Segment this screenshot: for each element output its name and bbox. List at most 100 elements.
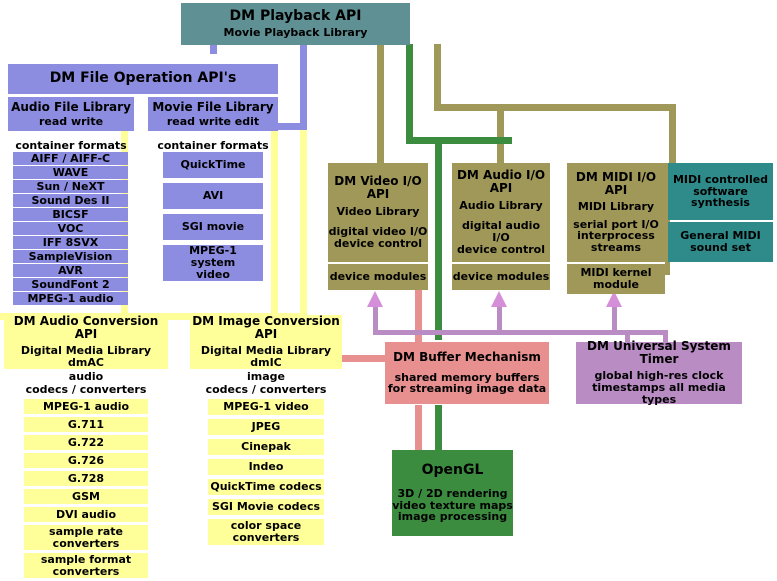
connector-movie-to-playback-vert1 <box>300 44 307 130</box>
dm-playback-api-subtitle: Movie Playback Library <box>223 26 368 40</box>
audio-device-modules-label: device modules <box>452 270 550 284</box>
midi-kernel-module-box[interactable]: MIDI kernel module <box>567 264 665 294</box>
movie-formats-list: QuickTime AVI SGI movie MPEG-1 system video <box>163 152 263 286</box>
list-item[interactable]: AIFF / AIFF-C <box>13 152 128 165</box>
arrow-to-audio-modules <box>491 291 507 307</box>
dm-file-operation-api-box[interactable]: DM File Operation API's <box>8 64 278 94</box>
connector-midi-io-down <box>669 104 676 163</box>
list-item[interactable]: AVI <box>163 183 263 209</box>
audio-device-modules-box[interactable]: device modules <box>452 264 550 290</box>
connector-playback-stub <box>210 44 217 54</box>
dm-image-conversion-api-title: DM Image Conversion API <box>192 314 340 342</box>
connector-playback-to-audio-horz <box>434 104 676 111</box>
list-item[interactable]: DVI audio <box>24 507 148 522</box>
dm-audio-io-library: Audio Library <box>459 199 543 213</box>
audio-file-library-ops: read write <box>38 114 104 128</box>
connector-playback-green-vert <box>406 44 413 144</box>
dm-image-conversion-api-box[interactable]: DM Image Conversion API Digital Media Li… <box>190 315 342 369</box>
dm-universal-system-timer-box[interactable]: DM Universal System Timer global high-re… <box>576 339 742 406</box>
connector-buffer-to-video-modules <box>415 290 422 345</box>
list-item[interactable]: G.726 <box>24 453 148 468</box>
movie-file-library-box[interactable]: Movie File Library read write edit <box>148 97 278 131</box>
list-item[interactable]: QuickTime codecs <box>208 479 324 495</box>
connector-bus-stub-midi <box>612 305 617 332</box>
midi-kernel-module-label: MIDI kernel module <box>580 266 652 291</box>
movie-file-library-ops: read write edit <box>166 114 260 128</box>
movie-container-formats-label: container formats <box>157 139 269 152</box>
dm-image-conversion-library: Digital Media Library dmIC <box>200 344 332 369</box>
dm-video-io-library: Video Library <box>336 205 420 219</box>
list-item[interactable]: SampleVision <box>13 250 128 263</box>
dm-audio-conversion-api-box[interactable]: DM Audio Conversion API Digital Media Li… <box>4 315 168 369</box>
dm-universal-system-timer-desc: global high-res clock timestamps all med… <box>592 369 726 406</box>
opengl-box[interactable]: OpenGL 3D / 2D rendering video texture m… <box>392 450 513 536</box>
dm-buffer-mechanism-title: DM Buffer Mechanism <box>393 349 541 364</box>
image-codecs-list: MPEG-1 video JPEG Cinepak Indeo QuickTime co… <box>208 399 324 549</box>
dm-video-io-desc: digital video I/O device control <box>328 225 428 250</box>
dm-video-io-api-box[interactable]: DM Video I/O API Video Library digital v… <box>328 163 428 262</box>
list-item[interactable]: BICSF <box>13 208 128 221</box>
list-item[interactable]: AVR <box>13 264 128 277</box>
list-item[interactable]: G.728 <box>24 471 148 486</box>
movie-file-library-title: Movie File Library <box>152 99 274 114</box>
audio-file-library-box[interactable]: Audio File Library read write <box>8 97 134 131</box>
dm-buffer-mechanism-box[interactable]: DM Buffer Mechanism shared memory buffer… <box>385 342 549 404</box>
connector-imageconv-to-buffer <box>342 355 386 362</box>
list-item[interactable]: sample rate converters <box>24 525 148 550</box>
list-item[interactable]: Indeo <box>208 459 324 475</box>
audio-formats-list: AIFF / AIFF-C WAVE Sun / NeXT Sound Des II B… <box>13 152 128 306</box>
dm-audio-io-desc: digital audio I/O device control <box>456 219 545 256</box>
connector-moviefile-to-imageconv-vert <box>271 130 278 320</box>
dm-audio-conversion-library: Digital Media Library dmAC <box>20 344 152 369</box>
dm-midi-io-api-title: DM MIDI I/O API <box>575 169 657 197</box>
list-item[interactable]: GSM <box>24 489 148 504</box>
list-item[interactable]: G.711 <box>24 417 148 432</box>
list-item[interactable]: JPEG <box>208 419 324 435</box>
midi-software-synthesis-label: MIDI controlled software synthesis <box>672 172 769 210</box>
list-item[interactable]: SGI Movie codecs <box>208 499 324 515</box>
list-item[interactable]: SGI movie <box>163 214 263 240</box>
dm-midi-io-api-box[interactable]: DM MIDI I/O API MIDI Library serial port… <box>567 163 665 262</box>
connector-bus-stub-video <box>373 305 378 332</box>
list-item[interactable]: VOC <box>13 222 128 235</box>
general-midi-sound-set-box[interactable]: General MIDI sound set <box>668 222 773 262</box>
list-item[interactable]: QuickTime <box>163 152 263 178</box>
dm-audio-io-api-title: DM Audio I/O API <box>456 168 546 196</box>
list-item[interactable]: Sun / NeXT <box>13 180 128 193</box>
list-item[interactable]: color space converters <box>208 519 324 545</box>
connector-buffer-to-opengl-green <box>435 405 442 452</box>
general-midi-sound-set-label: General MIDI sound set <box>680 229 761 254</box>
list-item[interactable]: SoundFont 2 <box>13 278 128 291</box>
connector-audio-io-down <box>497 104 504 163</box>
connector-moviefile-to-imageconv-vert2 <box>300 130 307 320</box>
connector-playback-green-horz <box>406 137 512 144</box>
connector-green-down-right <box>435 137 442 340</box>
connector-playback-to-audio-vert <box>434 44 441 111</box>
list-item[interactable]: MPEG-1 audio <box>24 399 148 414</box>
list-item[interactable]: MPEG-1 audio <box>13 292 128 305</box>
list-item[interactable]: WAVE <box>13 166 128 179</box>
list-item[interactable]: G.722 <box>24 435 148 450</box>
audio-container-formats-label: container formats <box>15 139 127 152</box>
dm-video-io-api-title: DM Video I/O API <box>334 174 422 202</box>
list-item[interactable]: sample format converters <box>24 553 148 578</box>
dm-midi-io-library: MIDI Library <box>577 199 655 213</box>
dm-playback-api-box[interactable]: DM Playback API Movie Playback Library <box>181 3 410 45</box>
list-item[interactable]: Cinepak <box>208 439 324 455</box>
list-item[interactable]: MPEG-1 system video <box>163 245 263 281</box>
dm-midi-io-desc: serial port I/O interprocess streams <box>573 217 659 255</box>
connector-buffer-to-opengl-salmon <box>415 405 422 452</box>
opengl-desc: 3D / 2D rendering video texture maps ima… <box>392 486 513 524</box>
dm-playback-api-title: DM Playback API <box>229 8 362 24</box>
audio-codecs-list: MPEG-1 audio G.711 G.722 G.726 G.728 GSM DVI a… <box>24 399 148 581</box>
midi-software-synthesis-box[interactable]: MIDI controlled software synthesis <box>668 163 773 220</box>
arrow-to-video-modules <box>367 291 383 307</box>
list-item[interactable]: IFF 8SVX <box>13 236 128 249</box>
list-item[interactable]: MPEG-1 video <box>208 399 324 415</box>
video-device-modules-box[interactable]: device modules <box>328 264 428 290</box>
audio-codecs-label: audio codecs / converters <box>25 370 147 396</box>
dm-universal-system-timer-title: DM Universal System Timer <box>587 339 731 367</box>
dm-audio-io-api-box[interactable]: DM Audio I/O API Audio Library digital a… <box>452 163 550 262</box>
list-item[interactable]: Sound Des II <box>13 194 128 207</box>
opengl-title: OpenGL <box>421 461 484 478</box>
